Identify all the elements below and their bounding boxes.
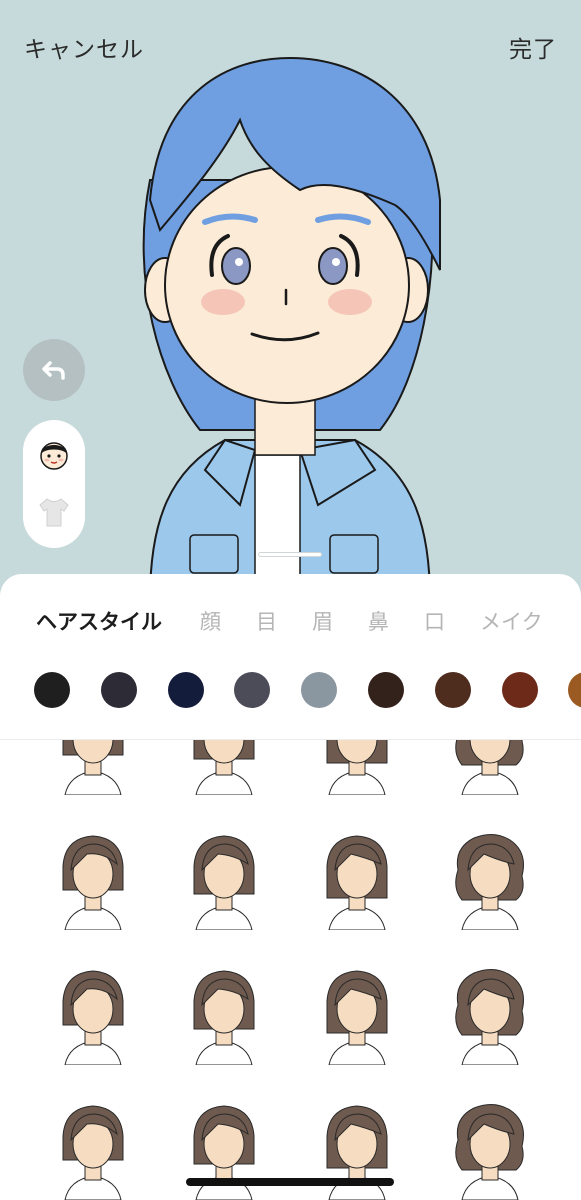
avatar-illustration [142,56,441,600]
undo-button[interactable] [23,339,85,401]
hairstyle-option[interactable] [178,965,268,1066]
sheet-grabber-handle[interactable] [258,552,322,557]
category-switcher [23,420,85,548]
home-indicator [186,1178,394,1186]
part-tabs: ヘアスタイル 顔 目 眉 鼻 口 メイク [0,606,581,640]
hair-color-swatch[interactable] [100,672,137,708]
tab-face[interactable]: 顔 [200,606,221,636]
hair-color-swatch[interactable] [434,672,471,708]
hairstyle-option[interactable] [47,740,137,796]
hair-color-swatch[interactable] [301,672,338,708]
hair-color-swatch[interactable] [34,672,70,708]
hair-color-swatch[interactable] [167,672,204,708]
hair-color-swatch[interactable] [501,672,538,708]
hairstyle-option[interactable] [444,740,534,796]
face-icon[interactable] [36,436,72,472]
undo-arrow-icon [42,361,65,380]
hair-color-swatch[interactable] [368,672,404,708]
hairstyle-option[interactable] [178,830,268,931]
hairstyle-option[interactable] [178,740,268,796]
hair-color-swatch[interactable] [568,672,581,708]
hairstyle-option[interactable] [444,1100,534,1200]
shirt-icon[interactable] [36,494,72,530]
tab-mouth[interactable]: 口 [424,606,445,636]
hairstyle-option[interactable] [47,830,137,931]
hairstyle-option[interactable] [311,965,401,1066]
tab-makeup[interactable]: メイク [480,606,543,636]
hair-color-swatches [0,672,581,712]
avatar-preview: キャンセル 完了 [0,0,581,600]
hairstyle-option[interactable] [47,965,137,1066]
cancel-button[interactable]: キャンセル [24,30,144,64]
hairstyle-option[interactable] [47,1100,137,1200]
hair-color-swatch[interactable] [234,672,271,708]
hairstyle-grid [0,740,581,1200]
tab-nose[interactable]: 鼻 [368,606,389,636]
hairstyle-option[interactable] [444,965,534,1066]
hairstyle-option[interactable] [444,830,534,931]
tab-eyebrows[interactable]: 眉 [312,606,333,636]
done-button[interactable]: 完了 [509,30,557,64]
hairstyle-option[interactable] [311,740,401,796]
hairstyle-option[interactable] [311,830,401,931]
tab-eyes[interactable]: 目 [256,606,277,636]
tab-hairstyle[interactable]: ヘアスタイル [36,606,162,636]
